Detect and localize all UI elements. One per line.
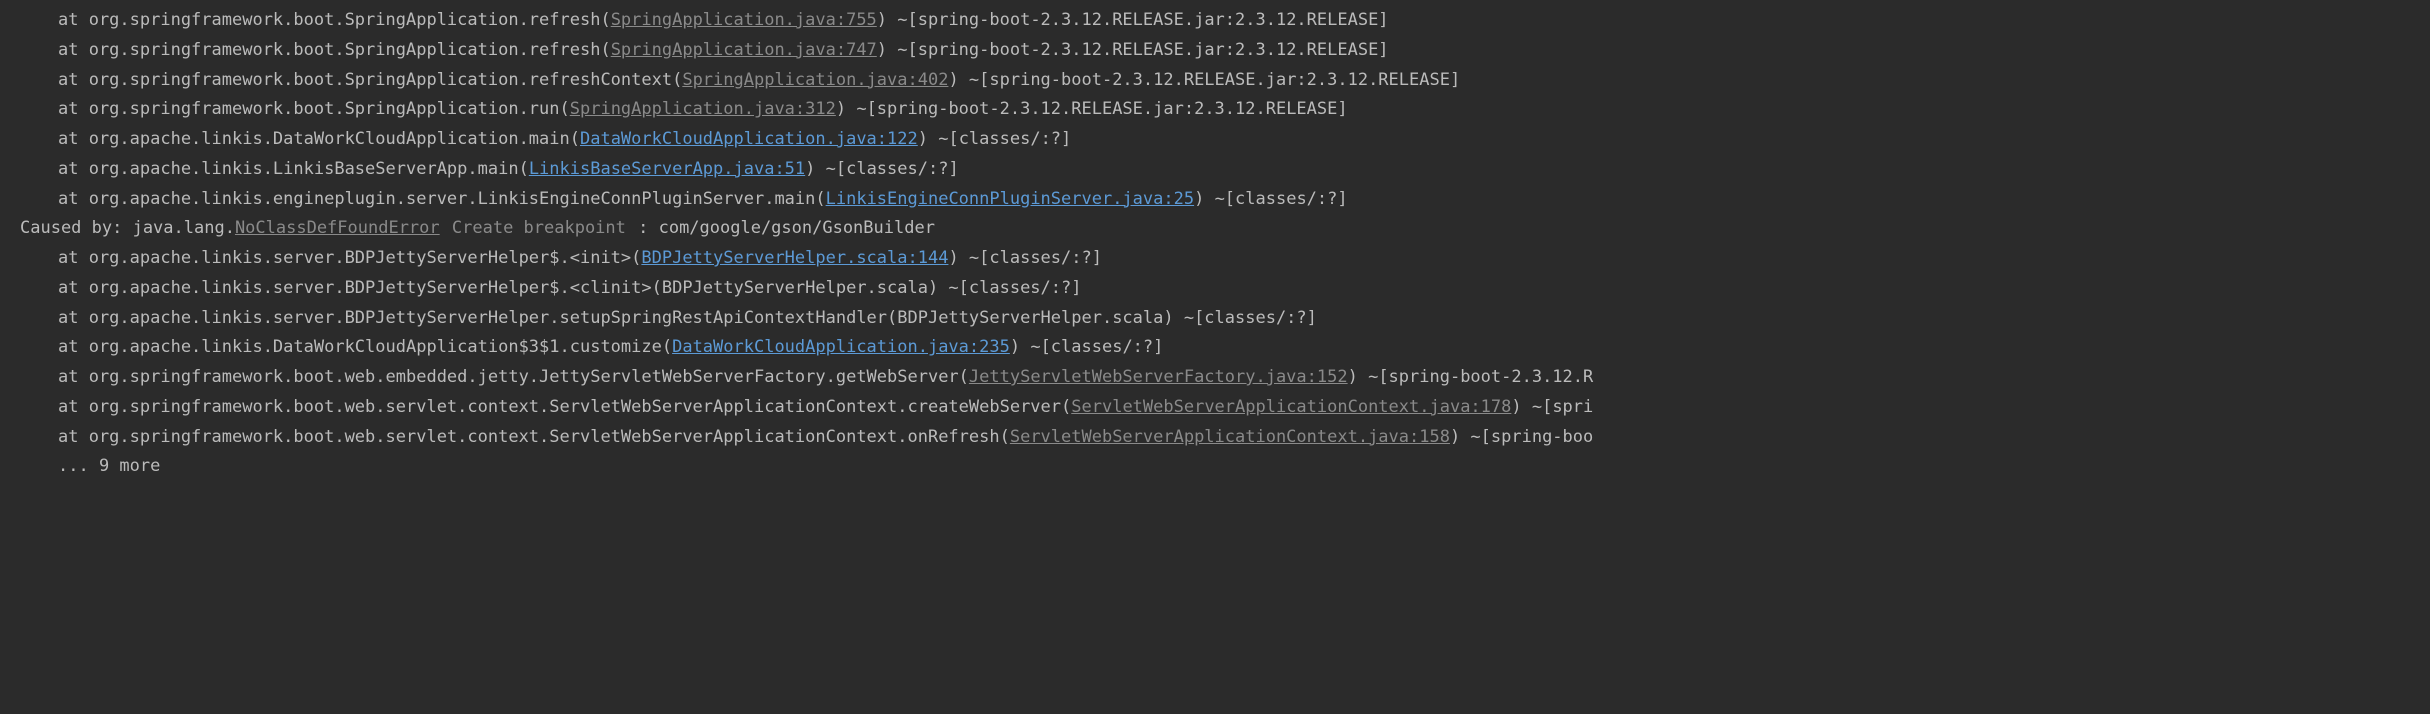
source-link[interactable]: DataWorkCloudApplication.java:235 bbox=[672, 337, 1010, 357]
frame-suffix: ) ~[spring-boo bbox=[1450, 427, 1593, 447]
stack-frame: at org.apache.linkis.DataWorkCloudApplic… bbox=[0, 333, 2430, 363]
frame-text: at org.apache.linkis.server.BDPJettyServ… bbox=[58, 278, 1082, 298]
frame-suffix: ) ~[spring-boot-2.3.12.R bbox=[1348, 367, 1594, 387]
stack-frame: at org.springframework.boot.SpringApplic… bbox=[0, 66, 2430, 96]
more-text: ... 9 more bbox=[58, 456, 160, 476]
stack-trace-output: at org.springframework.boot.SpringApplic… bbox=[0, 6, 2430, 482]
frame-text: at org.springframework.boot.SpringApplic… bbox=[58, 70, 682, 90]
frame-suffix: ) ~[classes/:?] bbox=[805, 159, 959, 179]
frame-text: at org.springframework.boot.web.servlet.… bbox=[58, 397, 1071, 417]
exception-link[interactable]: NoClassDefFoundError bbox=[235, 218, 440, 238]
stack-frame: at org.springframework.boot.SpringApplic… bbox=[0, 36, 2430, 66]
frame-text: at org.apache.linkis.DataWorkCloudApplic… bbox=[58, 337, 672, 357]
frame-text: at org.springframework.boot.web.servlet.… bbox=[58, 427, 1010, 447]
source-link[interactable]: LinkisBaseServerApp.java:51 bbox=[529, 159, 805, 179]
frame-text: at org.springframework.boot.web.embedded… bbox=[58, 367, 969, 387]
caused-by-line: Caused by: java.lang.NoClassDefFoundErro… bbox=[0, 214, 2430, 244]
frame-suffix: ) ~[spring-boot-2.3.12.RELEASE.jar:2.3.1… bbox=[836, 99, 1348, 119]
stack-frame: at org.springframework.boot.SpringApplic… bbox=[0, 6, 2430, 36]
more-frames: ... 9 more bbox=[0, 452, 2430, 482]
frame-suffix: ) ~[spri bbox=[1511, 397, 1593, 417]
source-link[interactable]: ServletWebServerApplicationContext.java:… bbox=[1071, 397, 1511, 417]
frame-suffix: ) ~[spring-boot-2.3.12.RELEASE.jar:2.3.1… bbox=[877, 10, 1389, 30]
frame-text: at org.springframework.boot.SpringApplic… bbox=[58, 99, 570, 119]
stack-frame: at org.springframework.boot.web.servlet.… bbox=[0, 393, 2430, 423]
frame-text: at org.apache.linkis.engineplugin.server… bbox=[58, 189, 826, 209]
source-link[interactable]: JettyServletWebServerFactory.java:152 bbox=[969, 367, 1348, 387]
stack-frame: at org.springframework.boot.web.embedded… bbox=[0, 363, 2430, 393]
source-link[interactable]: SpringApplication.java:755 bbox=[611, 10, 877, 30]
stack-frame: at org.apache.linkis.DataWorkCloudApplic… bbox=[0, 125, 2430, 155]
frame-text: at org.apache.linkis.server.BDPJettyServ… bbox=[58, 308, 1317, 328]
frame-text: at org.springframework.boot.SpringApplic… bbox=[58, 10, 611, 30]
frame-suffix: ) ~[classes/:?] bbox=[918, 129, 1072, 149]
stack-frame: at org.apache.linkis.server.BDPJettyServ… bbox=[0, 304, 2430, 334]
source-link[interactable]: LinkisEngineConnPluginServer.java:25 bbox=[826, 189, 1194, 209]
source-link[interactable]: SpringApplication.java:747 bbox=[611, 40, 877, 60]
stack-frame: at org.apache.linkis.LinkisBaseServerApp… bbox=[0, 155, 2430, 185]
frame-suffix: ) ~[classes/:?] bbox=[948, 248, 1102, 268]
stack-frame: at org.apache.linkis.server.BDPJettyServ… bbox=[0, 244, 2430, 274]
frame-text: at org.apache.linkis.server.BDPJettyServ… bbox=[58, 248, 641, 268]
frame-suffix: ) ~[classes/:?] bbox=[1010, 337, 1164, 357]
source-link[interactable]: BDPJettyServerHelper.scala:144 bbox=[641, 248, 948, 268]
source-link[interactable]: ServletWebServerApplicationContext.java:… bbox=[1010, 427, 1450, 447]
stack-frame: at org.springframework.boot.SpringApplic… bbox=[0, 95, 2430, 125]
frame-suffix: ) ~[spring-boot-2.3.12.RELEASE.jar:2.3.1… bbox=[948, 70, 1460, 90]
frame-text: at org.springframework.boot.SpringApplic… bbox=[58, 40, 611, 60]
frame-suffix: ) ~[classes/:?] bbox=[1194, 189, 1348, 209]
frame-text: at org.apache.linkis.LinkisBaseServerApp… bbox=[58, 159, 529, 179]
stack-frame: at org.apache.linkis.server.BDPJettyServ… bbox=[0, 274, 2430, 304]
frame-text: at org.apache.linkis.DataWorkCloudApplic… bbox=[58, 129, 580, 149]
source-link[interactable]: SpringApplication.java:402 bbox=[682, 70, 948, 90]
caused-by-prefix: Caused by: java.lang. bbox=[20, 218, 235, 238]
stack-frame: at org.apache.linkis.engineplugin.server… bbox=[0, 185, 2430, 215]
stack-frame: at org.springframework.boot.web.servlet.… bbox=[0, 423, 2430, 453]
create-breakpoint-button[interactable]: Create breakpoint bbox=[450, 218, 628, 238]
frame-suffix: ) ~[spring-boot-2.3.12.RELEASE.jar:2.3.1… bbox=[877, 40, 1389, 60]
source-link[interactable]: SpringApplication.java:312 bbox=[570, 99, 836, 119]
caused-by-suffix: : com/google/gson/GsonBuilder bbox=[628, 218, 935, 238]
source-link[interactable]: DataWorkCloudApplication.java:122 bbox=[580, 129, 918, 149]
